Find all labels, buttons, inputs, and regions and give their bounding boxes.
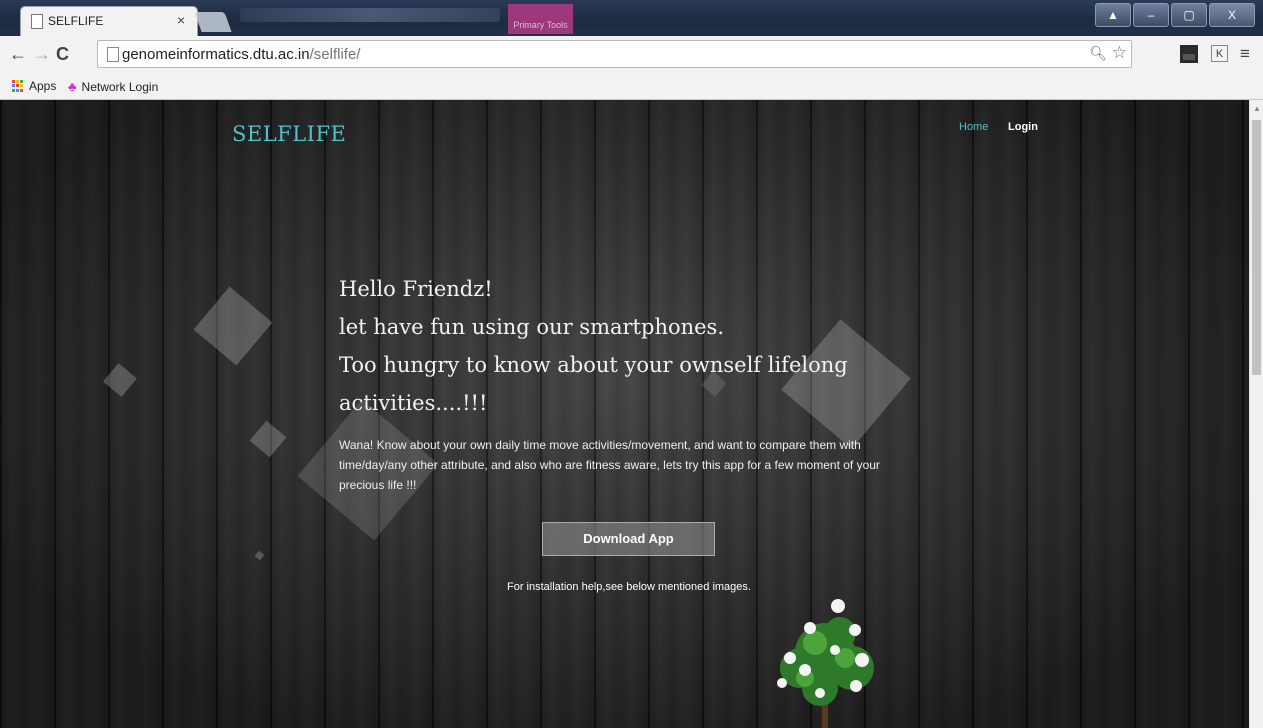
extension-icon[interactable]: [1180, 45, 1198, 63]
browser-tab[interactable]: SELFLIFE ×: [20, 6, 198, 36]
apps-icon: [12, 80, 24, 92]
user-icon[interactable]: ▲: [1095, 3, 1131, 27]
hero-headline: Hello Friendz! let have fun using our sm…: [339, 270, 859, 422]
installation-help-text: For installation help,see below mentione…: [507, 581, 751, 593]
network-login-icon: ♣: [68, 79, 77, 94]
menu-icon[interactable]: ≡: [1240, 44, 1250, 64]
bookmark-apps[interactable]: Apps: [12, 79, 56, 93]
page-icon: [107, 47, 119, 62]
back-icon[interactable]: ←: [9, 44, 27, 65]
scrollbar-thumb[interactable]: [1252, 120, 1261, 375]
bookmark-network-login-label: Network Login: [81, 79, 159, 94]
decor-square: [249, 420, 287, 458]
new-tab-button[interactable]: [194, 12, 232, 32]
blurred-tab[interactable]: Primary Tools: [508, 4, 573, 34]
forward-icon[interactable]: →: [33, 44, 51, 65]
plant-image: [777, 599, 874, 728]
tab-title: SELFLIFE: [48, 14, 104, 28]
zoom-icon[interactable]: 🔍︎: [1089, 45, 1107, 62]
headline-line: Hello Friendz!: [339, 277, 493, 301]
site-brand[interactable]: SELFLIFE: [232, 122, 346, 146]
decor-square: [254, 550, 265, 561]
bookmark-star-icon[interactable]: ☆: [1112, 43, 1127, 63]
headline-line: Too hungry to know about your ownself li…: [339, 353, 848, 377]
page-icon: [31, 14, 43, 29]
extension-k-icon[interactable]: K: [1211, 45, 1228, 62]
maximize-button[interactable]: ▢: [1171, 3, 1207, 27]
address-bar[interactable]: genomeinformatics.dtu.ac.in/selflife/ 🔍︎…: [97, 40, 1132, 68]
decor-square: [103, 363, 137, 397]
hero-intro-text: Wana! Know about your own daily time mov…: [339, 438, 880, 492]
minimize-button[interactable]: –: [1133, 3, 1169, 27]
url-host: genomeinformatics.dtu.ac.in: [122, 46, 310, 63]
blurred-tabs: [240, 8, 500, 22]
download-app-button[interactable]: Download App: [542, 522, 715, 556]
browser-toolbar: ← → C genomeinformatics.dtu.ac.in/selfli…: [0, 36, 1263, 74]
headline-line: let have fun using our smartphones.: [339, 315, 725, 339]
nav-login-link[interactable]: Login: [1008, 121, 1038, 133]
url-path: /selflife/: [309, 46, 361, 63]
blurred-tab-label: Primary Tools: [513, 20, 568, 30]
page-viewport: SELFLIFE Home Login Hello Friendz! let h…: [0, 100, 1249, 728]
page-scrollbar[interactable]: ▲: [1249, 100, 1263, 728]
bookmark-apps-label: Apps: [29, 79, 57, 93]
url-text: genomeinformatics.dtu.ac.in/selflife/: [122, 46, 360, 63]
browser-titlebar: SELFLIFE × Primary Tools ▲ – ▢ X: [0, 0, 1263, 36]
close-window-button[interactable]: X: [1209, 3, 1255, 27]
decor-square: [193, 286, 273, 366]
tab-close-icon[interactable]: ×: [177, 12, 185, 28]
nav-home-link[interactable]: Home: [959, 121, 988, 133]
bookmark-network-login[interactable]: ♣ Network Login: [68, 79, 158, 94]
scroll-up-icon[interactable]: ▲: [1253, 104, 1261, 113]
reload-icon[interactable]: C: [56, 44, 69, 65]
bookmarks-bar: Apps ♣ Network Login: [0, 74, 1263, 100]
window-controls: ▲ – ▢ X: [1095, 3, 1255, 27]
headline-line: activities....!!!: [339, 391, 488, 415]
